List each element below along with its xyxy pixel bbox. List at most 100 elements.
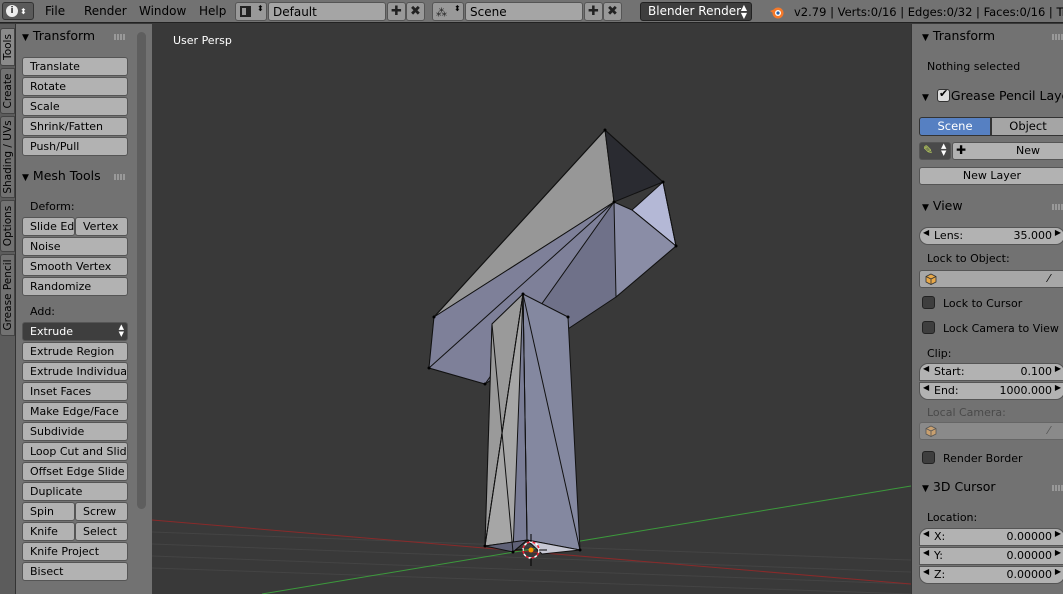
field-label: X: xyxy=(934,530,946,543)
delete-scene-button[interactable]: ✖ xyxy=(603,2,622,21)
lock-camera-checkbox[interactable] xyxy=(922,321,935,334)
clip-end-field[interactable]: ◀ End: 1000.000 ▶ xyxy=(919,382,1063,400)
extrude-dropdown[interactable]: Extrude ▲ ▼ xyxy=(22,322,128,341)
cursor-x-field[interactable]: ◀ X: 0.00000 ▶ xyxy=(919,528,1063,546)
subdivide-button[interactable]: Subdivide xyxy=(22,422,128,441)
render-border-label: Render Border xyxy=(943,452,1023,465)
scene-selector[interactable]: ⁂ ⬍ xyxy=(432,2,464,21)
tab-label: Shading / UVs xyxy=(1,120,14,194)
panel-header-3d-cursor[interactable]: ▼ 3D Cursor xyxy=(922,479,996,494)
viewport-canvas[interactable] xyxy=(152,24,911,594)
panel-grip-icon[interactable] xyxy=(1052,34,1063,40)
menu-window[interactable]: Window xyxy=(139,4,186,18)
tab-create[interactable]: Create xyxy=(0,68,15,114)
screw-button[interactable]: Screw xyxy=(75,502,128,521)
tab-options[interactable]: Options xyxy=(0,200,15,252)
smooth-vertex-button[interactable]: Smooth Vertex xyxy=(22,257,128,276)
slide-vertex-button[interactable]: Vertex xyxy=(75,217,128,236)
slide-edge-button[interactable]: Slide Ed xyxy=(22,217,75,236)
extrude-individual-button[interactable]: Extrude Individual xyxy=(22,362,128,381)
clip-start-field[interactable]: ◀ Start: 0.100 ▶ xyxy=(919,363,1063,381)
cube-icon xyxy=(925,273,937,285)
lock-to-cursor-label: Lock to Cursor xyxy=(943,297,1023,310)
render-border-checkbox[interactable] xyxy=(922,451,935,464)
delete-screen-button[interactable]: ✖ xyxy=(406,2,425,21)
knife-select-button[interactable]: Select xyxy=(75,522,128,541)
offset-edge-slide-button[interactable]: Offset Edge Slide xyxy=(22,462,128,481)
panel-title: Grease Pencil Layer xyxy=(950,88,1063,103)
field-value: 0.00000 xyxy=(1006,568,1053,581)
plus-icon: ✚ xyxy=(956,143,967,157)
lock-to-cursor-checkbox[interactable] xyxy=(922,296,935,309)
field-value: 35.000 xyxy=(1013,229,1053,242)
eyedropper-icon[interactable]: ⁄ xyxy=(1048,273,1060,285)
scale-button[interactable]: Scale xyxy=(22,97,128,116)
panel-grip-icon[interactable] xyxy=(1052,485,1063,491)
tab-tools[interactable]: Tools xyxy=(0,28,15,66)
panel-header-transform[interactable]: ▼ Transform xyxy=(922,28,995,43)
grease-pencil-data-selector[interactable]: ✎ ▲ ▼ xyxy=(919,142,951,160)
lock-camera-label: Lock Camera to View xyxy=(943,322,1059,335)
new-grease-pencil-button[interactable]: ✚ New xyxy=(952,142,1063,160)
mesh-object[interactable] xyxy=(428,129,677,555)
clip-label: Clip: xyxy=(927,347,952,360)
duplicate-button[interactable]: Duplicate xyxy=(22,482,128,501)
plus-icon: ✚ xyxy=(391,4,402,19)
panel-header-mesh-tools[interactable]: ▼ Mesh Tools xyxy=(22,168,101,188)
tab-scene[interactable]: Scene xyxy=(919,117,991,136)
lock-object-field[interactable]: ⁄ xyxy=(919,270,1063,288)
lens-field[interactable]: ◀ Lens: 35.000 ▶ xyxy=(919,227,1063,245)
cube-icon xyxy=(925,425,937,437)
knife-project-button[interactable]: Knife Project xyxy=(22,542,128,561)
inset-faces-button[interactable]: Inset Faces xyxy=(22,382,128,401)
make-edge-face-button[interactable]: Make Edge/Face xyxy=(22,402,128,421)
menu-render[interactable]: Render xyxy=(84,4,127,18)
loop-cut-button[interactable]: Loop Cut and Slide xyxy=(22,442,128,461)
panel-grip-icon[interactable] xyxy=(114,174,126,180)
render-engine-dropdown[interactable]: Blender Render ▲ ▼ xyxy=(640,2,752,21)
info-icon: i xyxy=(6,5,18,17)
add-scene-button[interactable]: ✚ xyxy=(584,2,603,21)
cursor-y-field[interactable]: ◀ Y: 0.00000 ▶ xyxy=(919,547,1063,565)
bisect-button[interactable]: Bisect xyxy=(22,562,128,581)
shrink-fatten-button[interactable]: Shrink/Fatten xyxy=(22,117,128,136)
tab-object[interactable]: Object xyxy=(991,117,1063,136)
translate-button[interactable]: Translate xyxy=(22,57,128,76)
screen-layout-field[interactable]: Default xyxy=(268,2,386,21)
field-value: 0.00000 xyxy=(1006,530,1053,543)
panel-header-transform[interactable]: ▼ Transform xyxy=(22,28,95,48)
tab-label: Grease Pencil xyxy=(1,259,14,331)
add-label: Add: xyxy=(30,305,56,318)
cursor-z-field[interactable]: ◀ Z: 0.00000 ▶ xyxy=(919,566,1063,584)
tab-grease-pencil[interactable]: Grease Pencil xyxy=(0,254,15,336)
updown-arrow-icon: ⬍ xyxy=(20,6,27,16)
triangle-down-icon: ▼ xyxy=(922,203,929,213)
knife-button[interactable]: Knife xyxy=(22,522,75,541)
extrude-region-button[interactable]: Extrude Region xyxy=(22,342,128,361)
scene-field[interactable]: Scene xyxy=(465,2,583,21)
arrow-right-icon: ▶ xyxy=(1054,364,1061,373)
add-screen-button[interactable]: ✚ xyxy=(387,2,406,21)
grease-pencil-checkbox[interactable]: ✔ xyxy=(937,87,950,102)
panel-header-view[interactable]: ▼ View xyxy=(922,198,963,213)
triangle-down-icon: ▼ xyxy=(922,93,929,103)
menu-help[interactable]: Help xyxy=(199,4,226,18)
3d-viewport[interactable]: User Persp xyxy=(152,24,911,594)
updown-arrow-icon: ⬍ xyxy=(454,4,461,13)
updown-arrow-icon: ▲ ▼ xyxy=(118,323,124,338)
tool-shelf-scrollbar[interactable] xyxy=(137,32,146,509)
panel-grip-icon[interactable] xyxy=(1052,204,1063,210)
screen-layout-selector[interactable]: ⬍ xyxy=(235,2,267,21)
spin-button[interactable]: Spin xyxy=(22,502,75,521)
push-pull-button[interactable]: Push/Pull xyxy=(22,137,128,156)
noise-button[interactable]: Noise xyxy=(22,237,128,256)
local-camera-label: Local Camera: xyxy=(927,406,1006,419)
rotate-button[interactable]: Rotate xyxy=(22,77,128,96)
eyedropper-icon: ⁄ xyxy=(1048,424,1050,437)
editor-type-button[interactable]: i ⬍ xyxy=(2,2,34,20)
randomize-button[interactable]: Randomize xyxy=(22,277,128,296)
new-layer-button[interactable]: New Layer xyxy=(919,167,1063,185)
menu-file[interactable]: File xyxy=(45,4,65,18)
tab-shading-uvs[interactable]: Shading / UVs xyxy=(0,116,15,198)
panel-grip-icon[interactable] xyxy=(114,34,126,40)
